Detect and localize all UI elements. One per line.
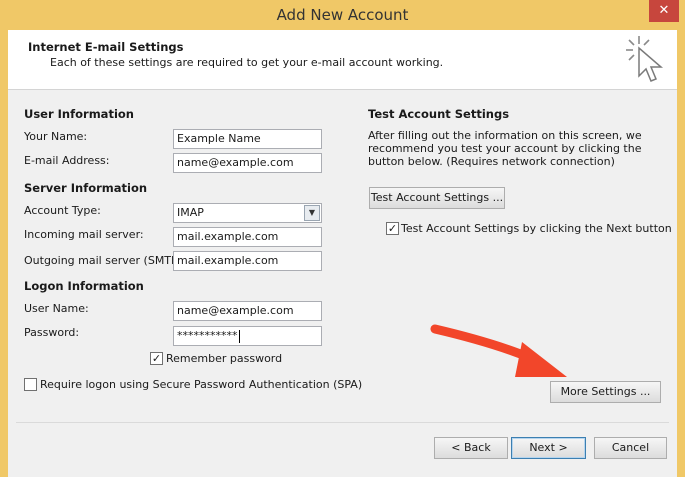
test-settings-description: After filling out the information on thi… (368, 129, 642, 168)
close-button[interactable]: ✕ (649, 0, 679, 22)
back-button[interactable]: < Back (434, 437, 508, 459)
header-panel: Internet E-mail Settings Each of these s… (8, 30, 677, 90)
username-input[interactable]: name@example.com (173, 301, 322, 321)
test-account-settings-button[interactable]: Test Account Settings ... (369, 187, 505, 209)
cursor-sparkle-icon (626, 36, 664, 82)
window-title: Add New Account (276, 6, 409, 24)
account-type-select[interactable]: IMAP ▼ (173, 203, 322, 223)
user-info-heading: User Information (24, 107, 134, 121)
password-input[interactable]: *********** (173, 326, 322, 346)
username-label: User Name: (24, 302, 89, 315)
account-type-value: IMAP (177, 206, 204, 219)
dialog-body: Internet E-mail Settings Each of these s… (8, 30, 677, 477)
remember-password-label: Remember password (166, 352, 283, 365)
title-bar: Add New Account ✕ (0, 0, 685, 30)
red-arrow-icon (430, 324, 567, 377)
name-label: Your Name: (24, 130, 88, 143)
incoming-server-input[interactable]: mail.example.com (173, 227, 322, 247)
cancel-button[interactable]: Cancel (594, 437, 667, 459)
header-title: Internet E-mail Settings (28, 40, 184, 54)
logon-info-heading: Logon Information (24, 279, 144, 293)
outgoing-server-input[interactable]: mail.example.com (173, 251, 322, 271)
server-info-heading: Server Information (24, 181, 148, 195)
incoming-server-label: Incoming mail server: (24, 228, 144, 241)
password-label: Password: (24, 326, 80, 339)
password-value: *********** (177, 329, 238, 342)
account-type-label: Account Type: (24, 204, 101, 217)
name-input[interactable]: Example Name (173, 129, 322, 149)
outgoing-server-label: Outgoing mail server (SMTP): (24, 254, 186, 267)
chevron-down-icon[interactable]: ▼ (304, 205, 320, 221)
test-on-next-label: Test Account Settings by clicking the Ne… (401, 222, 672, 235)
email-input[interactable]: name@example.com (173, 153, 322, 173)
email-label: E-mail Address: (24, 154, 110, 167)
next-button[interactable]: Next > (511, 437, 586, 459)
spa-checkbox[interactable] (24, 378, 37, 391)
text-caret (238, 329, 240, 343)
spa-label: Require logon using Secure Password Auth… (40, 378, 363, 391)
footer-divider (16, 422, 669, 423)
test-settings-heading: Test Account Settings (368, 107, 510, 121)
test-on-next-checkbox[interactable]: ✓ (386, 222, 399, 235)
remember-password-checkbox[interactable]: ✓ (150, 352, 163, 365)
header-subtitle: Each of these settings are required to g… (50, 56, 444, 69)
